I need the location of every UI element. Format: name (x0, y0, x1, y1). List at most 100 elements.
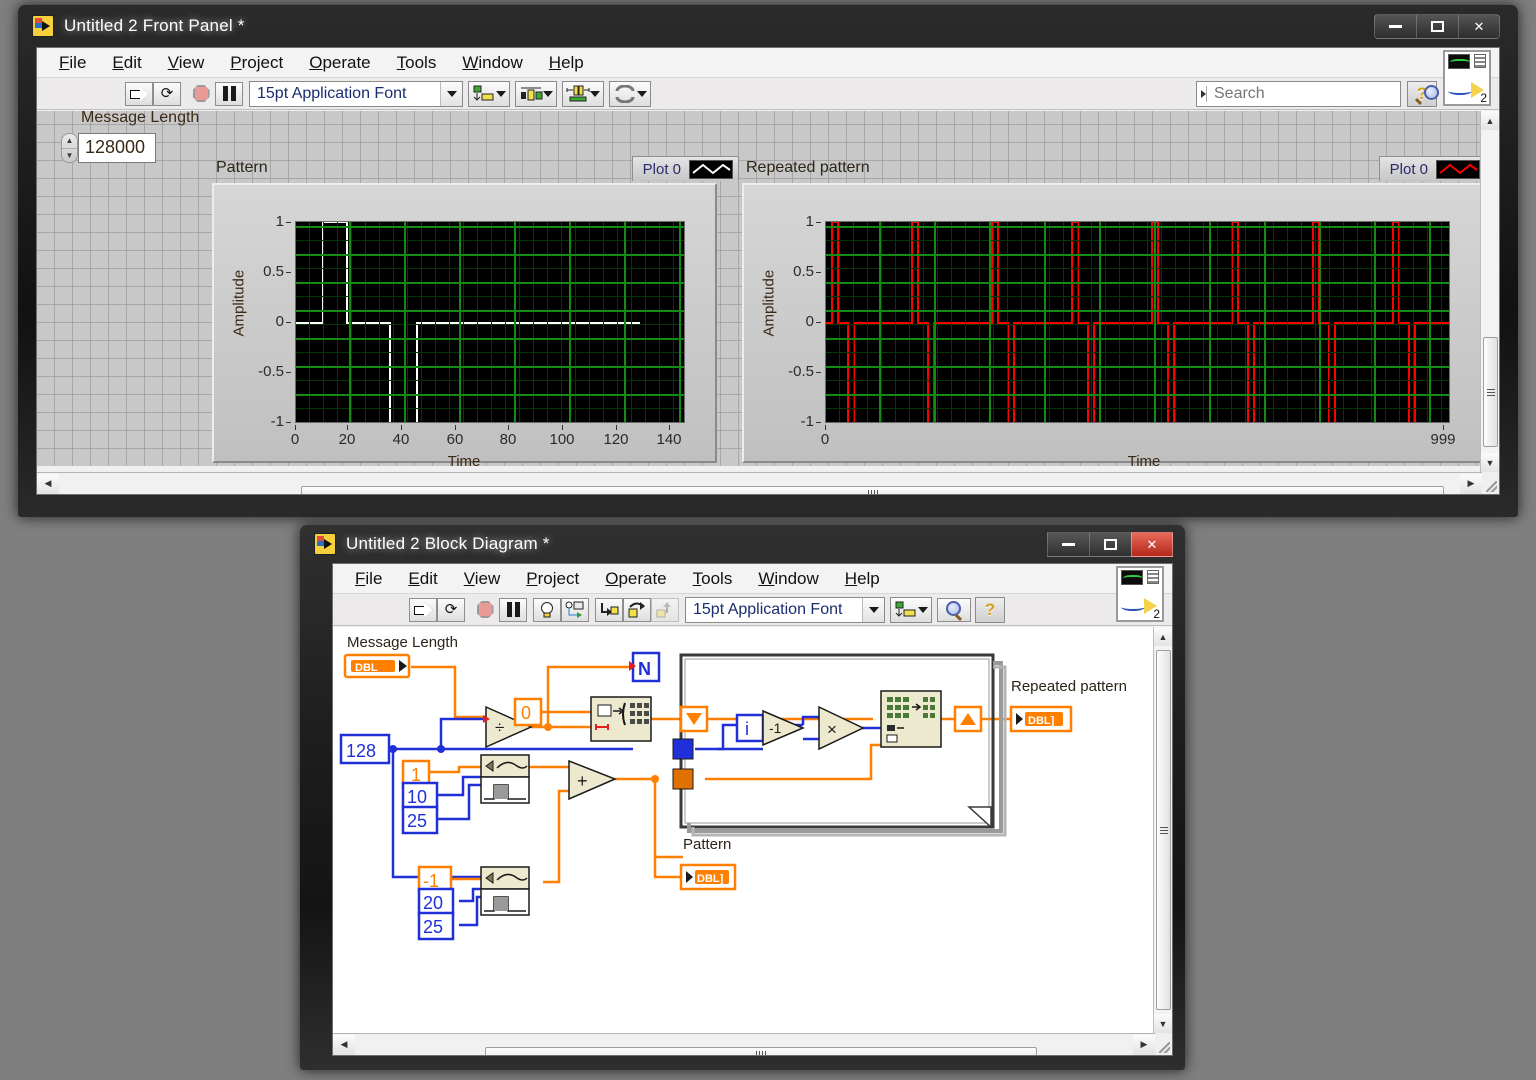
step-into-button[interactable] (595, 597, 623, 622)
font-selector[interactable]: 15pt Application Font (249, 80, 463, 107)
message-length-control[interactable]: ▲ ▼ 128000 (61, 133, 156, 163)
align-objects-button[interactable] (468, 80, 510, 107)
pattern-xtick-120: 120 (599, 425, 633, 448)
bd-menu-help[interactable]: Help (845, 569, 880, 589)
menu-tools[interactable]: Tools (397, 53, 437, 73)
bd-abort-button[interactable] (471, 598, 499, 622)
menu-window[interactable]: Window (462, 53, 522, 73)
block-diagram-hscrollbar[interactable]: ◀ ▶ (333, 1033, 1155, 1055)
distribute-objects-button[interactable] (515, 80, 557, 107)
bd-run-button[interactable] (409, 597, 437, 622)
block-diagram-toolbar[interactable]: ⟳ 15pt Application Font ? (333, 594, 1172, 626)
scroll-down-icon[interactable]: ▼ (1480, 453, 1499, 472)
minimize-button[interactable] (1374, 13, 1416, 39)
bd-menu-file[interactable]: File (355, 569, 382, 589)
front-panel-canvas[interactable]: Message Length ▲ ▼ 128000 Pattern Plot 0 (37, 111, 1499, 466)
bd-minimize-button[interactable] (1047, 531, 1089, 557)
step-over-button[interactable] (623, 597, 651, 622)
repeated-pattern-plot-legend[interactable]: Plot 0 (1378, 156, 1486, 181)
question-mark-icon: ? (984, 599, 996, 619)
bd-maximize-button[interactable] (1089, 531, 1131, 557)
vscroll-thumb[interactable] (1482, 337, 1498, 447)
pattern-plot-area[interactable] (295, 221, 685, 423)
front-panel-toolbar[interactable]: ⟳ 15pt Application Font Search ? (37, 78, 1499, 110)
bd-search-button[interactable] (937, 597, 971, 622)
maximize-button[interactable] (1416, 13, 1458, 39)
pause-button[interactable] (215, 81, 243, 106)
pattern-graph[interactable]: Pattern Plot 0 Amplitude 1 0.5 0 -0.5 -1 (212, 156, 739, 466)
reorder-button[interactable] (609, 80, 651, 107)
bd-close-button[interactable]: ✕ (1131, 531, 1173, 557)
search-input[interactable] (1212, 83, 1423, 104)
block-diagram-window[interactable]: Untitled 2 Block Diagram * ✕ File Edit V… (300, 525, 1185, 1070)
block-diagram-resize-grip[interactable] (1155, 1033, 1172, 1055)
front-panel-resize-grip[interactable] (1482, 472, 1499, 494)
menu-edit[interactable]: Edit (112, 53, 141, 73)
step-out-button[interactable] (651, 597, 679, 622)
sine-icon (1448, 87, 1472, 95)
abort-button[interactable] (187, 82, 215, 106)
increment-up-icon[interactable]: ▲ (62, 134, 77, 149)
hscroll-thumb[interactable] (301, 485, 1444, 494)
pattern-legend-swatch[interactable] (689, 159, 733, 179)
menu-help[interactable]: Help (549, 53, 584, 73)
bd-menu-view[interactable]: View (464, 569, 501, 589)
pattern-xtick-60: 60 (442, 425, 468, 448)
resize-objects-button[interactable] (562, 80, 604, 107)
bd-font-dropdown-button[interactable] (862, 597, 884, 622)
clean-up-diagram-button[interactable] (890, 596, 932, 623)
bd-help-button[interactable]: ? (975, 596, 1005, 623)
bd-pause-button[interactable] (499, 597, 527, 622)
bd-vscroll-thumb[interactable] (1155, 650, 1171, 1010)
repeated-ytick-0: 0 (792, 313, 821, 330)
bd-menu-project[interactable]: Project (526, 569, 579, 589)
scroll-right-icon[interactable]: ▶ (1460, 473, 1482, 494)
bd-vi-icon-badge[interactable]: 2 (1116, 566, 1164, 622)
scroll-up-icon[interactable]: ▲ (1153, 627, 1172, 646)
highlight-execution-button[interactable] (533, 597, 561, 622)
bd-run-continuously-button[interactable]: ⟳ (437, 597, 465, 622)
scroll-up-icon[interactable]: ▲ (1480, 111, 1499, 130)
scroll-right-icon[interactable]: ▶ (1133, 1034, 1155, 1055)
font-dropdown-button[interactable] (440, 81, 462, 106)
front-panel-vscrollbar[interactable]: ▲ ▼ (1480, 111, 1499, 472)
retain-wire-values-button[interactable] (561, 597, 589, 622)
scroll-down-icon[interactable]: ▼ (1153, 1014, 1172, 1033)
bd-menu-operate[interactable]: Operate (605, 569, 666, 589)
close-button[interactable]: ✕ (1458, 13, 1500, 39)
front-panel-window-buttons[interactable]: ✕ (1374, 13, 1500, 39)
run-button[interactable] (125, 81, 153, 106)
message-length-stepper[interactable]: ▲ ▼ (61, 133, 78, 163)
menu-view[interactable]: View (168, 53, 205, 73)
scroll-left-icon[interactable]: ◀ (37, 473, 59, 494)
block-diagram-menubar[interactable]: File Edit View Project Operate Tools Win… (333, 564, 1172, 622)
front-panel-hscrollbar[interactable]: ◀ ▶ (37, 472, 1482, 494)
menu-file[interactable]: File (59, 53, 86, 73)
block-diagram-titlebar[interactable]: Untitled 2 Block Diagram * ✕ (300, 525, 1185, 563)
bd-menu-edit[interactable]: Edit (408, 569, 437, 589)
repeated-pattern-graph-body: Amplitude 1 0.5 0 -0.5 -1 0 999 Time (742, 183, 1482, 466)
bd-menu-tools[interactable]: Tools (693, 569, 733, 589)
menu-operate[interactable]: Operate (309, 53, 370, 73)
scroll-left-icon[interactable]: ◀ (333, 1034, 355, 1055)
block-diagram-vscrollbar[interactable]: ▲ ▼ (1153, 627, 1172, 1033)
block-diagram-window-buttons[interactable]: ✕ (1047, 531, 1173, 557)
front-panel-menubar[interactable]: File Edit View Project Operate Tools Win… (37, 48, 1499, 106)
front-panel-titlebar[interactable]: Untitled 2 Front Panel * ✕ (18, 5, 1518, 47)
increment-down-icon[interactable]: ▼ (62, 149, 77, 163)
search-box[interactable] (1196, 80, 1439, 107)
message-length-value[interactable]: 128000 (78, 133, 156, 163)
repeated-legend-swatch[interactable] (1436, 159, 1480, 179)
front-panel-window[interactable]: Untitled 2 Front Panel * ✕ File Edit Vie… (18, 5, 1518, 517)
search-scope-icon[interactable] (1201, 85, 1207, 102)
run-continuously-button[interactable]: ⟳ (153, 81, 181, 106)
block-diagram-canvas[interactable]: .orangeWire { stroke:#ff8000; stroke-wid… (333, 627, 1153, 1033)
pattern-plot-legend[interactable]: Plot 0 (631, 156, 739, 181)
menu-project[interactable]: Project (230, 53, 283, 73)
vi-icon-badge[interactable]: 2 (1443, 50, 1491, 106)
bd-font-selector[interactable]: 15pt Application Font (685, 596, 885, 623)
bd-menu-window[interactable]: Window (758, 569, 818, 589)
repeated-pattern-graph[interactable]: Repeated pattern Plot 0 Amplitude 1 0.5 … (742, 156, 1486, 466)
repeated-plot-area[interactable] (825, 221, 1450, 423)
bd-hscroll-thumb[interactable] (485, 1046, 1037, 1055)
